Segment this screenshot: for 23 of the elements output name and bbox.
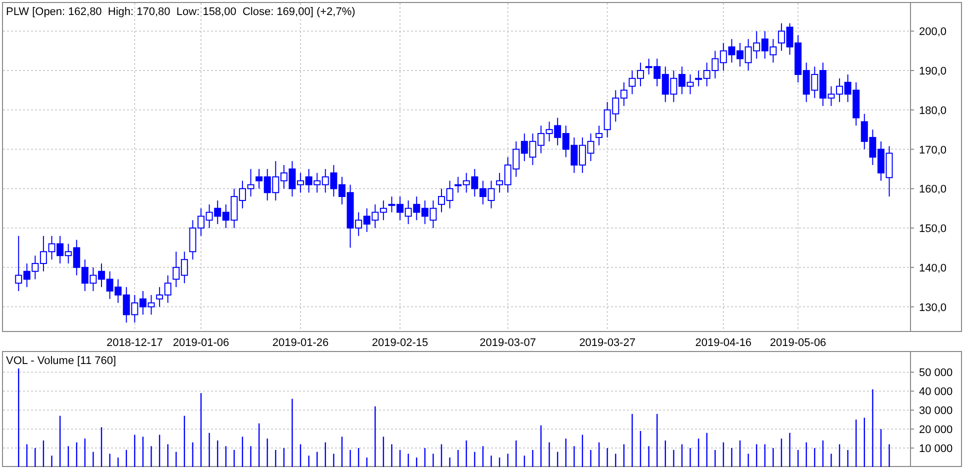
axis-label: 2019-01-06	[172, 337, 230, 349]
axis-label: 10 000	[919, 443, 953, 456]
axis-label: 180,0	[919, 104, 947, 117]
axis-label: 20 000	[919, 424, 953, 436]
axis-label: 140,0	[919, 262, 947, 274]
axis-label: 150,0	[919, 223, 947, 236]
axis-label: 160,0	[919, 184, 947, 196]
chart-legend: VOL - Volume [11 760]	[6, 355, 116, 367]
axis-label: 2018-12-17	[106, 337, 163, 349]
axis-label: 130,0	[919, 302, 947, 314]
axis-label: 2019-03-07	[480, 337, 536, 349]
axis-label: 50 000	[919, 367, 953, 380]
axis-label: 2019-03-27	[579, 337, 636, 349]
axis-label: 2019-02-15	[372, 337, 428, 349]
axis-label: 200,0	[919, 26, 947, 38]
axis-label: 190,0	[919, 66, 947, 78]
axis-label: 2019-04-16	[695, 337, 752, 349]
axis-label: 2019-01-26	[272, 337, 329, 349]
axis-label: 170,0	[919, 144, 947, 156]
chart-legend: PLW [Open: 162,80 High: 170,80 Low: 158,00 Close: 169,00] (+2,7%)	[6, 6, 356, 18]
axis-label: 2019-05-06	[770, 337, 826, 349]
axis-label: 40 000	[919, 386, 953, 398]
axis-label: 30 000	[919, 405, 953, 418]
